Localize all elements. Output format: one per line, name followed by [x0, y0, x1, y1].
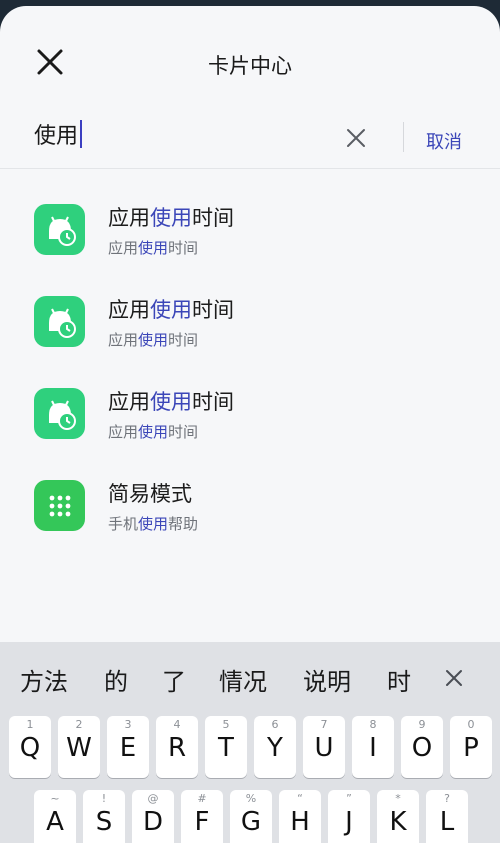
- key-r[interactable]: 4R: [156, 716, 198, 778]
- clear-search-button[interactable]: [344, 126, 368, 150]
- candidate-bar: 方法 的 了 情况 说明 时: [0, 642, 500, 708]
- soft-keyboard: 方法 的 了 情况 说明 时 1Q 2W 3E 4R 5T 6Y 7U 8I 9…: [0, 642, 500, 843]
- result-subtitle: 应用使用时间: [108, 331, 199, 349]
- result-title: 应用使用时间: [108, 298, 234, 322]
- key-l[interactable]: ? L: [426, 790, 468, 843]
- app-usage-icon: [34, 388, 85, 439]
- result-item[interactable]: 简易模式 手机使用帮助: [0, 462, 500, 554]
- cancel-button[interactable]: 取消: [426, 128, 462, 154]
- key-s[interactable]: ! S: [83, 790, 125, 843]
- search-bar: 使用 取消: [0, 102, 500, 168]
- candidate-close-button[interactable]: [442, 666, 466, 690]
- search-input-value: 使用: [34, 124, 79, 149]
- grid-dots-icon: [34, 480, 85, 531]
- key-o[interactable]: 9O: [401, 716, 443, 778]
- result-item[interactable]: 应用使用时间 应用使用时间: [0, 186, 500, 278]
- candidate-word[interactable]: 时: [387, 662, 417, 697]
- search-results: 应用使用时间 应用使用时间 应用使用时间 应用使用时间 应用使用时间 应用使用时…: [0, 186, 500, 554]
- candidate-word[interactable]: 的: [104, 662, 128, 697]
- key-i[interactable]: 8I: [352, 716, 394, 778]
- key-k[interactable]: * K: [377, 790, 419, 843]
- key-u[interactable]: 7U: [303, 716, 345, 778]
- header: 卡片中心: [0, 6, 500, 106]
- divider: [0, 168, 500, 169]
- key-h[interactable]: “H: [279, 790, 321, 843]
- key-a[interactable]: ~ A: [34, 790, 76, 843]
- candidate-word[interactable]: 情况: [219, 662, 267, 697]
- candidate-word[interactable]: 说明: [303, 662, 351, 697]
- close-icon: [446, 670, 462, 686]
- candidate-word[interactable]: 方法: [20, 662, 68, 697]
- result-item[interactable]: 应用使用时间 应用使用时间: [0, 278, 500, 370]
- key-y[interactable]: 6Y: [254, 716, 296, 778]
- clear-icon: [347, 129, 365, 147]
- key-j[interactable]: ” J: [328, 790, 370, 843]
- app-usage-icon: [34, 296, 85, 347]
- divider: [403, 122, 404, 152]
- page-title: 卡片中心: [208, 54, 292, 78]
- result-title: 应用使用时间: [108, 206, 234, 230]
- card-center-sheet: 卡片中心 使用 取消 应用使用时间 应用使用时间 应用使用时间 应用使用时间 应…: [0, 6, 500, 843]
- key-g[interactable]: % G: [230, 790, 272, 843]
- text-caret: [80, 120, 83, 148]
- search-input[interactable]: 使用: [34, 116, 83, 152]
- app-usage-icon: [34, 204, 85, 255]
- result-item[interactable]: 应用使用时间 应用使用时间: [0, 370, 500, 462]
- key-d[interactable]: @ D: [132, 790, 174, 843]
- key-t[interactable]: 5T: [205, 716, 247, 778]
- key-w[interactable]: 2W: [58, 716, 100, 778]
- result-title: 应用使用时间: [108, 390, 234, 414]
- result-subtitle: 应用使用时间: [108, 239, 199, 257]
- candidate-word[interactable]: 了: [162, 662, 186, 697]
- key-p[interactable]: 0P: [450, 716, 492, 778]
- key-q[interactable]: 1Q: [9, 716, 51, 778]
- result-subtitle: 手机使用帮助: [108, 515, 199, 533]
- result-title: 简易模式: [108, 482, 192, 506]
- result-subtitle: 应用使用时间: [108, 423, 199, 441]
- key-f[interactable]: # F: [181, 790, 223, 843]
- key-e[interactable]: 3E: [107, 716, 149, 778]
